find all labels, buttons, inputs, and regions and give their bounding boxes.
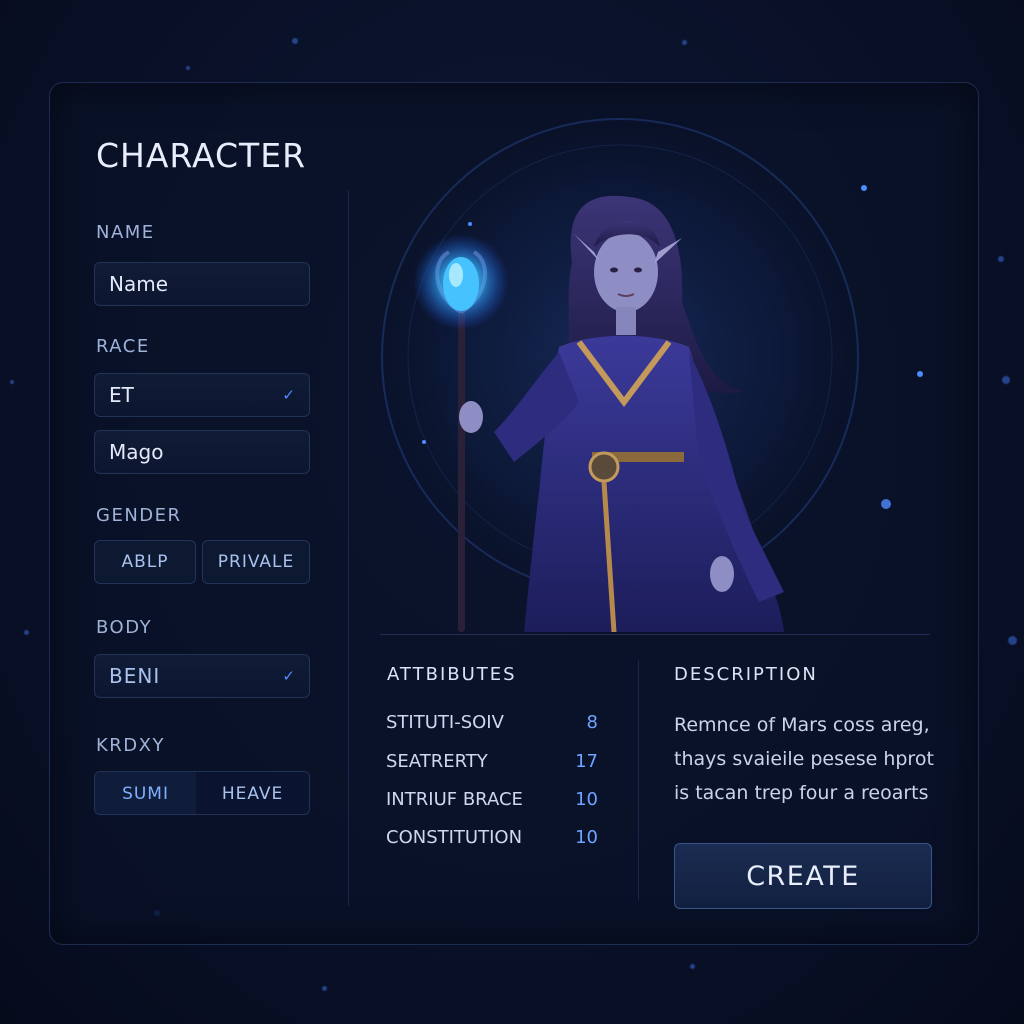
description-title: DESCRIPTION bbox=[674, 664, 818, 685]
class-value: Mago bbox=[109, 440, 164, 464]
class-input[interactable]: Mago bbox=[94, 430, 310, 474]
kirdxy-label: KRDXY bbox=[96, 735, 165, 756]
attribute-value: 10 bbox=[575, 827, 598, 848]
body-selected-value: BENI bbox=[109, 664, 161, 688]
bottom-divider bbox=[638, 660, 639, 900]
attribute-name: SEATRERTY bbox=[386, 751, 488, 772]
create-button[interactable]: CREATE bbox=[674, 843, 932, 909]
name-value: Name bbox=[109, 272, 169, 296]
attribute-row: CONSTITUTION 10 bbox=[386, 827, 598, 848]
attributes-title: ATTBIBUTES bbox=[387, 664, 517, 685]
attribute-row: SEATRERTY 17 bbox=[386, 751, 598, 772]
race-select[interactable]: ET ✓ bbox=[94, 373, 310, 417]
gender-toggle: ABLP PRIVALE bbox=[94, 540, 310, 584]
name-label: NAME bbox=[96, 222, 155, 243]
build-option-heavy[interactable]: HEAVE bbox=[196, 772, 309, 814]
character-portrait bbox=[364, 112, 948, 632]
body-label: BODY bbox=[96, 617, 153, 638]
attribute-name: CONSTITUTION bbox=[386, 827, 523, 848]
race-selected-value: ET bbox=[109, 383, 134, 407]
description-text: Remnce of Mars coss areg, thays svaieile… bbox=[674, 714, 934, 804]
race-label: RACE bbox=[96, 336, 150, 357]
gender-option-1[interactable]: ABLP bbox=[94, 540, 196, 584]
name-input[interactable]: Name bbox=[94, 262, 310, 306]
attribute-value: 10 bbox=[575, 789, 598, 810]
attribute-name: STITUTI-SOIV bbox=[386, 712, 504, 733]
left-divider bbox=[348, 190, 349, 906]
mage-illustration bbox=[370, 112, 923, 632]
gender-label: GENDER bbox=[96, 505, 182, 526]
portrait-divider bbox=[380, 634, 930, 635]
page-title: CHARACTER bbox=[96, 136, 306, 175]
check-icon: ✓ bbox=[282, 386, 295, 404]
gender-option-2[interactable]: PRIVALE bbox=[202, 540, 310, 584]
attribute-name: INTRIUF BRACE bbox=[386, 789, 523, 810]
body-select[interactable]: BENI ✓ bbox=[94, 654, 310, 698]
check-icon: ✓ bbox=[282, 667, 295, 685]
attribute-row: STITUTI-SOIV 8 bbox=[386, 712, 598, 733]
build-option-slim[interactable]: SUMI bbox=[95, 772, 197, 814]
attribute-row: INTRIUF BRACE 10 bbox=[386, 789, 598, 810]
attribute-value: 8 bbox=[586, 712, 598, 733]
build-toggle: SUMI HEAVE bbox=[94, 771, 310, 815]
attribute-value: 17 bbox=[575, 751, 598, 772]
